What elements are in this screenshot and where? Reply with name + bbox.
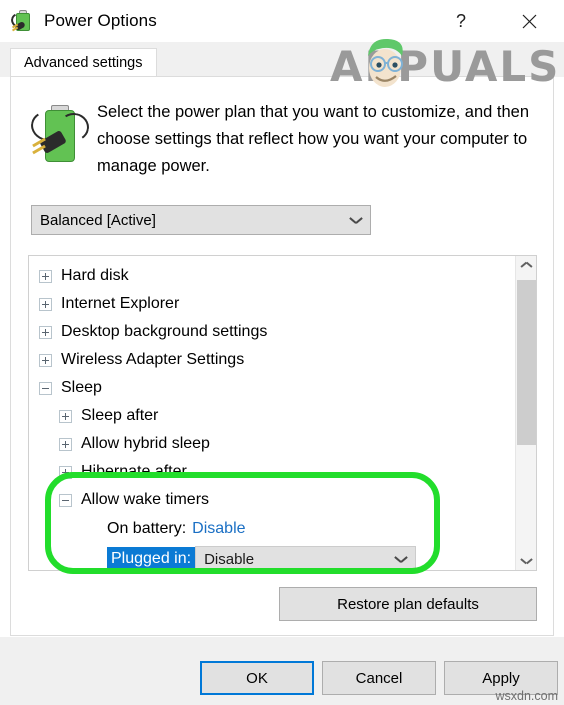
tree-item-hard-disk[interactable]: Hard disk [29, 262, 509, 290]
tree-item-label: Hibernate after [81, 463, 187, 480]
apply-button-label: Apply [482, 669, 520, 687]
setting-plugged-in[interactable]: Plugged in: Disable [29, 544, 509, 570]
tab-advanced-settings-label: Advanced settings [24, 55, 143, 71]
power-plan-battery-icon [9, 10, 34, 32]
tree-item-label: Wireless Adapter Settings [61, 351, 245, 368]
tree-item-label: Internet Explorer [61, 295, 180, 312]
ok-button[interactable]: OK [200, 661, 314, 695]
tree-item-label: Allow hybrid sleep [81, 435, 210, 452]
advanced-settings-list[interactable]: Hard disk Internet Explorer Desktop back… [28, 255, 537, 571]
tree-item-label: Desktop background settings [61, 323, 268, 340]
tree-item-hibernate-after[interactable]: Hibernate after [29, 458, 509, 486]
tab-advanced-settings[interactable]: Advanced settings [10, 48, 157, 77]
help-icon[interactable]: ? [438, 0, 484, 42]
tree-item-label: Allow wake timers [81, 491, 210, 508]
description-row: Select the power plan that you want to c… [28, 99, 543, 180]
setting-on-battery-label: On battery: [107, 520, 187, 537]
tree-item-sleep-after[interactable]: Sleep after [29, 402, 509, 430]
setting-plugged-in-value: Disable [204, 550, 255, 568]
tab-strip: Advanced settings [0, 42, 564, 77]
tree-item-sleep[interactable]: Sleep [29, 374, 509, 402]
power-plan-select-value: Balanced [Active] [40, 211, 156, 229]
chevron-down-icon [350, 217, 362, 224]
chevron-down-icon [521, 556, 532, 562]
tree-item-label: Hard disk [61, 267, 129, 284]
dialog-client-area: Select the power plan that you want to c… [10, 76, 554, 636]
tree-item-label: Sleep after [81, 407, 159, 424]
tree-item-allow-wake-timers[interactable]: Allow wake timers [29, 486, 509, 514]
scrollbar-thumb[interactable] [517, 280, 536, 445]
expand-plus-icon[interactable] [39, 297, 52, 311]
window-title: Power Options [44, 11, 157, 30]
restore-plan-defaults-label: Restore plan defaults [337, 595, 479, 613]
expand-plus-icon[interactable] [59, 465, 72, 479]
battery-plug-icon [28, 103, 92, 169]
description-text: Select the power plan that you want to c… [97, 103, 530, 175]
scroll-up-button[interactable] [516, 256, 536, 278]
close-icon[interactable] [506, 0, 552, 42]
collapse-minus-icon[interactable] [59, 493, 72, 507]
cancel-button[interactable]: Cancel [322, 661, 436, 695]
settings-tree: Hard disk Internet Explorer Desktop back… [29, 262, 509, 570]
cancel-button-label: Cancel [355, 669, 403, 687]
chevron-up-icon [521, 264, 532, 270]
settings-list-scrollbar[interactable] [515, 256, 536, 570]
collapse-minus-icon[interactable] [39, 381, 52, 395]
setting-plugged-in-label: Plugged in: [107, 546, 196, 570]
expand-plus-icon[interactable] [59, 437, 72, 451]
expand-plus-icon[interactable] [59, 409, 72, 423]
expand-plus-icon[interactable] [39, 269, 52, 283]
dialog-footer: OK Cancel Apply wsxdn.com [0, 637, 564, 705]
power-plan-select[interactable]: Balanced [Active] [31, 205, 371, 235]
ok-button-label: OK [246, 669, 268, 687]
setting-plugged-in-select[interactable]: Disable [195, 545, 417, 570]
chevron-down-icon [395, 556, 407, 563]
tree-item-allow-hybrid-sleep[interactable]: Allow hybrid sleep [29, 430, 509, 458]
tree-item-desktop-background-settings[interactable]: Desktop background settings [29, 318, 509, 346]
setting-on-battery-value[interactable]: Disable [192, 520, 245, 538]
restore-plan-defaults-button[interactable]: Restore plan defaults [279, 587, 537, 621]
title-bar: Power Options ? [0, 0, 564, 42]
setting-on-battery[interactable]: On battery: Disable [29, 514, 509, 544]
tree-item-label: Sleep [61, 379, 102, 396]
expand-plus-icon[interactable] [39, 353, 52, 367]
scroll-down-button[interactable] [516, 548, 536, 570]
tree-item-internet-explorer[interactable]: Internet Explorer [29, 290, 509, 318]
expand-plus-icon[interactable] [39, 325, 52, 339]
tree-item-wireless-adapter-settings[interactable]: Wireless Adapter Settings [29, 346, 509, 374]
source-watermark: wsxdn.com [495, 689, 558, 703]
